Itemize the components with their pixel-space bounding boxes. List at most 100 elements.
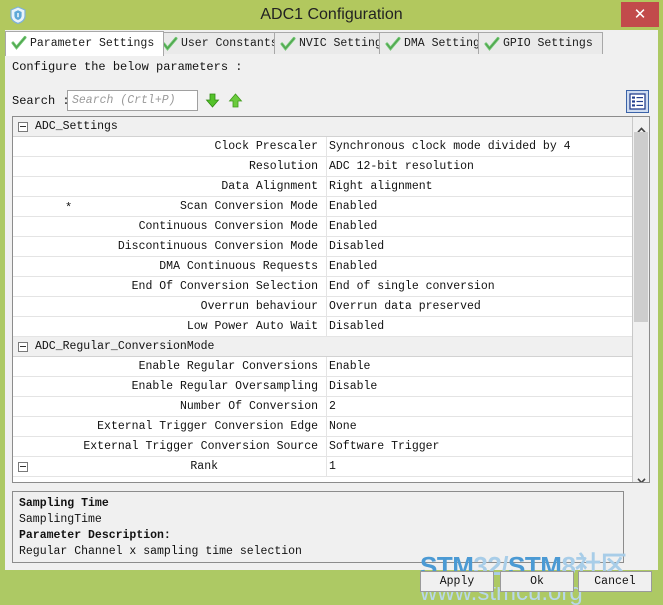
- description-id: SamplingTime: [19, 513, 102, 526]
- column-separator: [326, 357, 327, 377]
- tree-row[interactable]: * Scan Conversion Mode Enabled: [13, 197, 633, 217]
- check-icon: [280, 36, 296, 52]
- parameter-value[interactable]: Enable: [329, 360, 370, 373]
- cancel-button[interactable]: Cancel: [578, 571, 652, 592]
- collapse-icon[interactable]: [18, 462, 28, 472]
- column-separator: [326, 317, 327, 337]
- check-icon: [162, 36, 178, 52]
- tree-row[interactable]: Enable Regular Oversampling Disable: [13, 377, 633, 397]
- parameter-value[interactable]: ADC 12-bit resolution: [329, 160, 474, 173]
- column-separator: [326, 177, 327, 197]
- tab-parameter-settings[interactable]: Parameter Settings: [5, 31, 165, 56]
- tree-group-label: ADC_Settings: [35, 120, 118, 133]
- parameter-value[interactable]: Software Trigger: [329, 440, 439, 453]
- column-separator: [326, 237, 327, 257]
- parameter-name: Enable Regular Oversampling: [131, 380, 318, 393]
- tree-row[interactable]: Number Of Conversion 2: [13, 397, 633, 417]
- column-separator: [326, 297, 327, 317]
- column-separator: [326, 257, 327, 277]
- tree-row[interactable]: Low Power Auto Wait Disabled: [13, 317, 633, 337]
- dialog-button-row: Apply Ok Cancel: [0, 566, 663, 596]
- parameter-value[interactable]: Disabled: [329, 320, 384, 333]
- title-bar: ADC1 Configuration ✕: [0, 0, 663, 30]
- scroll-up-button[interactable]: [633, 117, 649, 133]
- tree-row[interactable]: Data Alignment Right alignment: [13, 177, 633, 197]
- parameter-name: DMA Continuous Requests: [159, 260, 318, 273]
- check-icon: [11, 35, 27, 51]
- arrow-up-icon[interactable]: [227, 92, 244, 109]
- description-section-label: Parameter Description:: [19, 529, 171, 542]
- tree-row[interactable]: End Of Conversion Selection End of single…: [13, 277, 633, 297]
- tab-label: GPIO Settings: [503, 37, 593, 50]
- parameter-name: Resolution: [248, 160, 318, 173]
- parameter-name: End Of Conversion Selection: [131, 280, 318, 293]
- tab-label: Parameter Settings: [30, 37, 155, 50]
- configure-hint: Configure the below parameters :: [12, 60, 243, 74]
- tab-content-panel: Configure the below parameters : Search …: [5, 54, 658, 570]
- tree-row[interactable]: Overrun behaviour Overrun data preserved: [13, 297, 633, 317]
- parameter-value[interactable]: Enabled: [329, 220, 377, 233]
- parameter-name: External Trigger Conversion Source: [83, 440, 318, 453]
- tree-row[interactable]: External Trigger Conversion Edge None: [13, 417, 633, 437]
- parameter-name: Overrun behaviour: [200, 300, 318, 313]
- column-separator: [326, 417, 327, 437]
- description-title: Sampling Time: [19, 497, 109, 510]
- scroll-down-button[interactable]: [633, 467, 649, 482]
- tree-group-row[interactable]: ADC_Regular_ConversionMode: [13, 337, 633, 357]
- column-separator: [326, 437, 327, 457]
- parameter-name: Discontinuous Conversion Mode: [117, 240, 318, 253]
- column-separator: [326, 277, 327, 297]
- parameter-value[interactable]: None: [329, 420, 357, 433]
- chevron-up-icon: [637, 122, 646, 133]
- search-input[interactable]: [67, 90, 198, 111]
- check-icon: [385, 36, 401, 52]
- collapse-icon[interactable]: [18, 342, 28, 352]
- tree-group-label: ADC_Regular_ConversionMode: [35, 340, 215, 353]
- tab-gpio-settings[interactable]: GPIO Settings: [478, 32, 603, 55]
- tree-subnode-row[interactable]: Rank 1: [13, 457, 633, 477]
- subnode-value[interactable]: 1: [329, 460, 336, 473]
- parameter-value[interactable]: Enabled: [329, 200, 377, 213]
- tab-strip: Parameter Settings User Constants NVIC S…: [5, 30, 658, 56]
- column-separator: [326, 397, 327, 417]
- tree-group-row[interactable]: ADC_Settings: [13, 117, 633, 137]
- subnode-name: Rank: [190, 460, 218, 473]
- tab-user-constants[interactable]: User Constants: [156, 32, 288, 55]
- arrow-down-icon[interactable]: [204, 92, 221, 109]
- tree-row[interactable]: Enable Regular Conversions Enable: [13, 357, 633, 377]
- parameter-value[interactable]: End of single conversion: [329, 280, 495, 293]
- column-separator: [326, 377, 327, 397]
- parameter-value[interactable]: Synchronous clock mode divided by 4: [329, 140, 571, 153]
- list-view-icon[interactable]: [626, 90, 649, 113]
- parameter-tree[interactable]: ADC_Settings Clock Prescaler Synchronous c…: [12, 116, 650, 483]
- parameter-value[interactable]: Disabled: [329, 240, 384, 253]
- tab-label: User Constants: [181, 37, 278, 50]
- parameter-name: Scan Conversion Mode: [179, 200, 318, 213]
- parameter-name: Data Alignment: [221, 180, 318, 193]
- tree-row[interactable]: DMA Continuous Requests Enabled: [13, 257, 633, 277]
- tree-row[interactable]: Clock Prescaler Synchronous clock mode di…: [13, 137, 633, 157]
- tree-row[interactable]: Resolution ADC 12-bit resolution: [13, 157, 633, 177]
- parameter-value[interactable]: Disable: [329, 380, 377, 393]
- parameter-value[interactable]: Right alignment: [329, 180, 433, 193]
- parameter-value[interactable]: Enabled: [329, 260, 377, 273]
- parameter-name: Enable Regular Conversions: [138, 360, 318, 373]
- scrollbar-thumb[interactable]: [634, 132, 648, 322]
- collapse-icon[interactable]: [18, 122, 28, 132]
- tree-row[interactable]: Continuous Conversion Mode Enabled: [13, 217, 633, 237]
- tree-row[interactable]: External Trigger Conversion Source Softwa…: [13, 437, 633, 457]
- adc-configuration-window: ADC1 Configuration ✕ Parameter Settings …: [0, 0, 663, 605]
- parameter-name: Continuous Conversion Mode: [138, 220, 318, 233]
- parameter-value[interactable]: 2: [329, 400, 336, 413]
- parameter-value[interactable]: Overrun data preserved: [329, 300, 481, 313]
- close-button[interactable]: ✕: [621, 2, 659, 27]
- tree-row[interactable]: Discontinuous Conversion Mode Disabled: [13, 237, 633, 257]
- column-separator: [326, 197, 327, 217]
- tree-vertical-scrollbar[interactable]: [632, 117, 649, 482]
- column-separator: [326, 457, 327, 477]
- chevron-down-icon: [637, 472, 646, 482]
- column-separator: [326, 217, 327, 237]
- modified-marker: *: [65, 201, 73, 215]
- ok-button[interactable]: Ok: [500, 571, 574, 592]
- apply-button[interactable]: Apply: [420, 571, 494, 592]
